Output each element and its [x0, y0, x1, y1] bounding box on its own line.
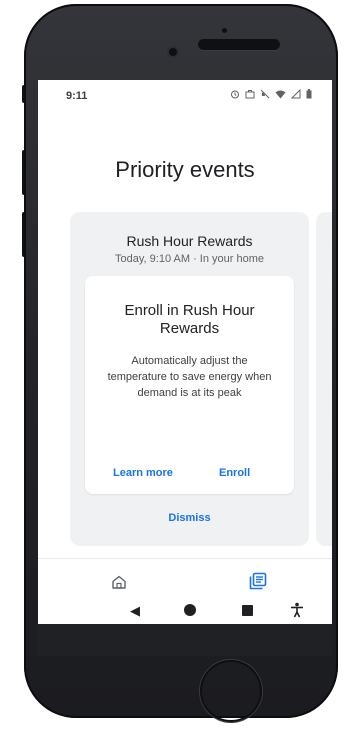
front-camera: [169, 48, 177, 56]
status-bar: 9:11: [38, 80, 332, 110]
enroll-title: Enroll in Rush Hour Rewards: [124, 302, 255, 337]
system-navigation: ◀: [38, 602, 332, 624]
event-card: Rush Hour Rewards Today, 9:10 AM · In yo…: [70, 212, 309, 546]
enroll-card: Enroll in Rush Hour Rewards Automaticall…: [85, 276, 294, 494]
back-icon[interactable]: ◀: [130, 603, 140, 619]
card-title: Rush Hour Rewards: [126, 233, 253, 249]
card-subtitle: Today, 9:10 AM · In your home: [115, 253, 264, 265]
hardware-home-button[interactable]: [200, 660, 262, 722]
next-card-peek[interactable]: [316, 212, 332, 546]
wifi-icon: [275, 89, 286, 102]
work-icon: [245, 89, 255, 102]
earpiece-speaker: [198, 39, 280, 50]
dismiss-button[interactable]: Dismiss: [70, 512, 309, 524]
home-circle-icon[interactable]: [184, 604, 196, 616]
battery-icon: [306, 89, 312, 102]
bottom-navigation: [38, 558, 332, 607]
home-icon[interactable]: [111, 574, 127, 590]
status-time: 9:11: [66, 90, 88, 102]
recents-icon[interactable]: [242, 605, 253, 616]
enroll-description: Automatically adjust the temperature to …: [107, 355, 272, 399]
enroll-actions: Learn more Enroll: [85, 467, 294, 485]
enroll-button[interactable]: Enroll: [219, 467, 250, 479]
app-screen: 9:11 Priority events Rush Hour Rewards T…: [38, 80, 332, 624]
mute-icon: [260, 89, 270, 102]
bottom-bezel: [38, 624, 332, 656]
status-icons: [230, 88, 312, 102]
feed-icon[interactable]: [249, 572, 267, 590]
proximity-sensor: [222, 28, 227, 33]
page-title: Priority events: [115, 157, 255, 182]
accessibility-icon[interactable]: [290, 602, 304, 621]
signal-icon: [290, 88, 301, 102]
learn-more-link[interactable]: Learn more: [113, 467, 173, 479]
alarm-icon: [230, 89, 240, 102]
